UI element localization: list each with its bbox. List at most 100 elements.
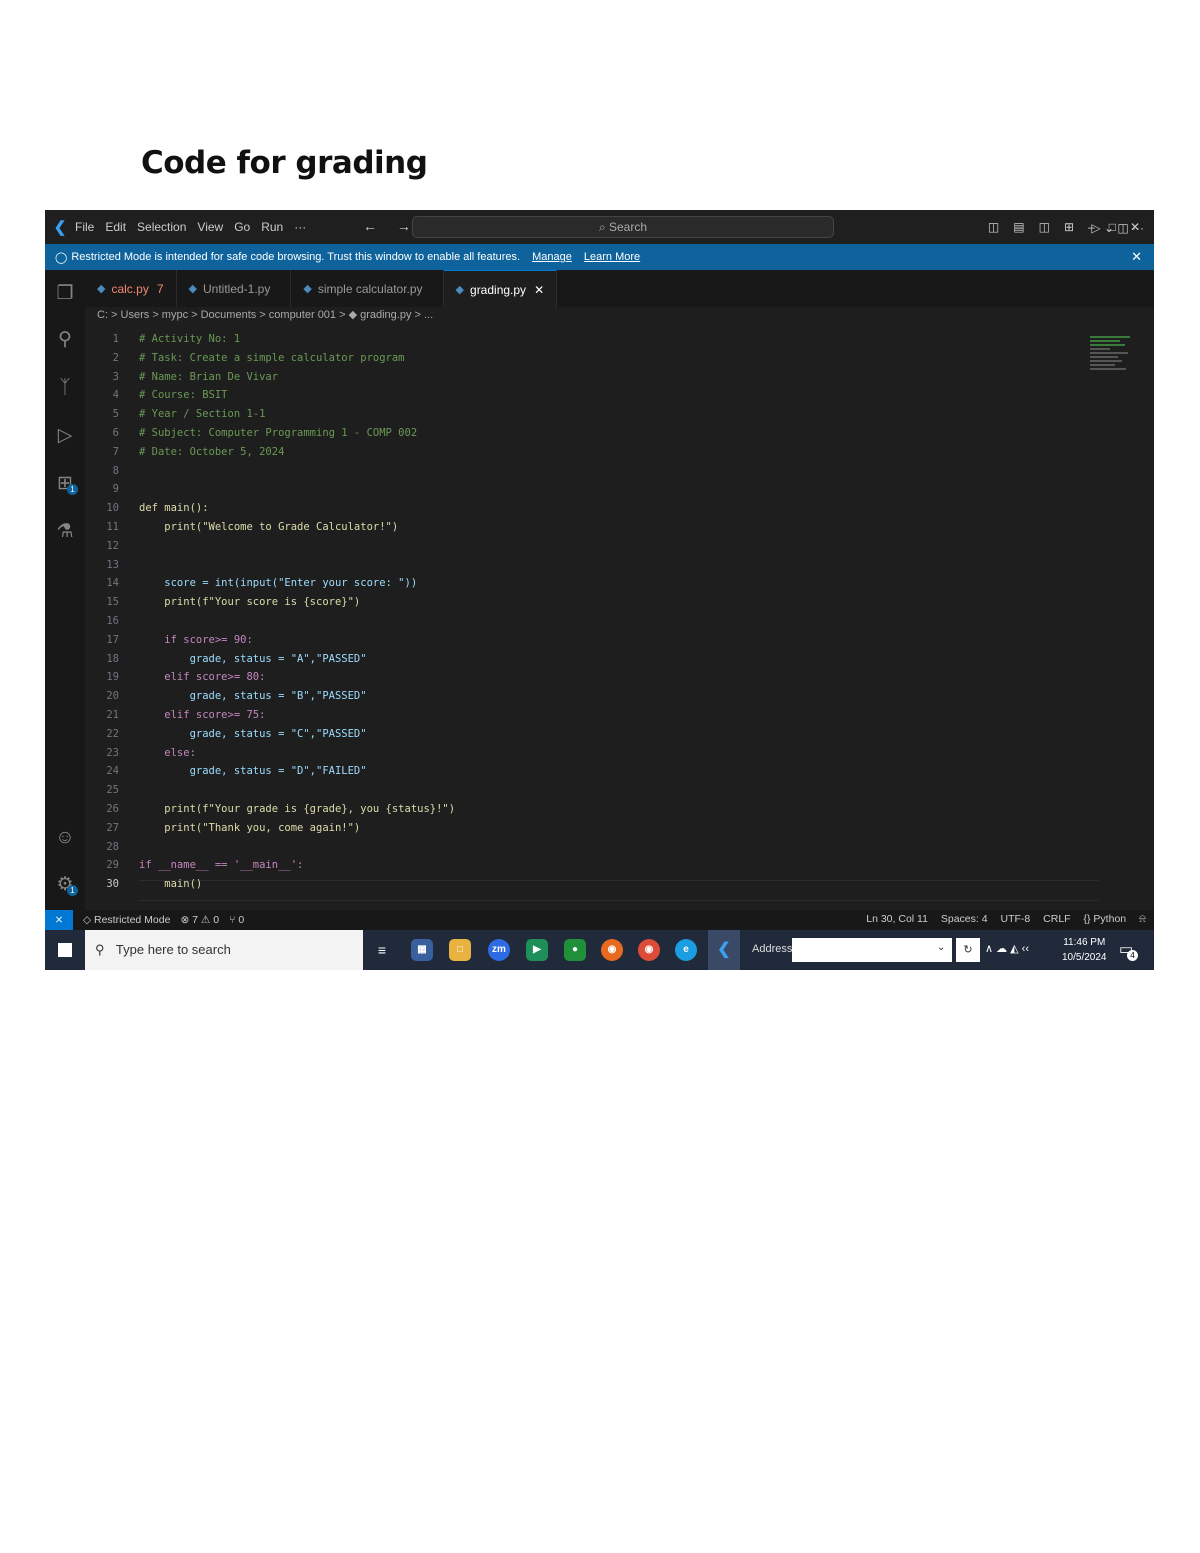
code-line[interactable]: 25 (85, 781, 139, 800)
code-line[interactable]: 12 (85, 537, 139, 556)
minimap[interactable] (1090, 336, 1140, 396)
code-line[interactable]: 23 else: (85, 744, 196, 763)
google-meet-icon[interactable]: ▶ (526, 939, 548, 961)
menu-item[interactable]: Edit (105, 220, 126, 234)
code-line[interactable]: 24 grade, status = "D","FAILED" (85, 762, 367, 781)
code-text: else: (139, 746, 196, 759)
line-number: 12 (106, 539, 119, 552)
close-tab-icon[interactable]: ✕ (534, 283, 544, 297)
tab-simple-calculator-py[interactable]: ◆ simple calculator.py (291, 270, 444, 307)
restricted-mode-status[interactable]: ◇ Restricted Mode (83, 914, 170, 926)
code-line[interactable]: 20 grade, status = "B","PASSED" (85, 687, 366, 706)
activity-bar: ❐ ⚲ ᛉ ▷ ⊞ 1 ⚗ ☺ ⚙ 1 (45, 270, 85, 910)
code-line[interactable]: 7 # Date: October 5, 2024 (85, 443, 285, 462)
nav-arrows-icon[interactable]: ← → (363, 218, 419, 234)
search-icon[interactable]: ⚲ (53, 328, 77, 352)
menu-item[interactable]: Go (234, 220, 250, 234)
code-line[interactable]: 3 # Name: Brian De Vivar (85, 368, 278, 387)
menu-item[interactable]: View (197, 220, 223, 234)
taskbar-clock[interactable]: 11:46 PM 10/5/2024 (1062, 935, 1107, 965)
code-line[interactable]: 16 (85, 612, 139, 631)
firefox-icon[interactable]: ◉ (601, 939, 623, 961)
code-text: elif score>= 75: (139, 709, 266, 721)
edge-icon[interactable]: e (675, 939, 697, 961)
code-line[interactable]: 28 (85, 838, 139, 857)
problems-status[interactable]: ⊗ 7 ⚠ 0 (180, 914, 219, 926)
settings-gear-icon[interactable]: ⚙ 1 (53, 873, 78, 897)
code-line[interactable]: 29 if __name__ == '__main__': (85, 856, 303, 875)
manage-link[interactable]: Manage (532, 251, 572, 263)
source-control-icon[interactable]: ᛉ (53, 376, 77, 400)
zoom-icon[interactable]: zm (488, 939, 510, 961)
testing-icon[interactable]: ⚗ (53, 520, 77, 544)
code-line[interactable]: 21 elif score>= 75: (85, 706, 265, 725)
menu-item[interactable]: ··· (294, 220, 306, 234)
toggle-sidebar-icon[interactable]: ◫ (988, 220, 999, 234)
command-center-search[interactable]: ⌕ Search (412, 216, 834, 238)
encoding[interactable]: UTF-8 (1000, 913, 1030, 925)
code-line[interactable]: 6 # Subject: Computer Programming 1 - COM… (85, 424, 417, 443)
code-line[interactable]: 22 grade, status = "C","PASSED" (85, 725, 366, 744)
code-line[interactable]: 19 elif score>= 80: (85, 668, 265, 687)
code-line[interactable]: 27 print("Thank you, come again!") (85, 819, 360, 838)
language-mode[interactable]: {} Python (1084, 913, 1127, 925)
refresh-icon[interactable]: ↻ (956, 938, 980, 962)
code-line[interactable]: 13 (85, 556, 139, 575)
code-line[interactable]: 30 main() (85, 875, 202, 894)
chrome-icon[interactable]: ◉ (638, 939, 660, 961)
menu-item[interactable]: File (75, 220, 94, 234)
remote-icon[interactable]: ⨯ (45, 910, 73, 930)
learn-more-link[interactable]: Learn More (584, 251, 640, 263)
accounts-icon[interactable]: ☺ (53, 826, 77, 850)
notifications-icon[interactable]: ▭ 4 (1119, 940, 1138, 961)
restricted-mode-banner: ◯ Restricted Mode is intended for safe c… (45, 244, 1154, 270)
close-icon[interactable]: ✕ (1131, 249, 1142, 265)
toggle-panel-icon[interactable]: ▤ (1013, 220, 1024, 234)
title-bar: ❮ File Edit Selection View Go Run ··· ← → ⌕ Se… (45, 210, 1154, 244)
code-line[interactable]: 11 print("Welcome to Grade Calculator!") (85, 518, 398, 537)
code-line[interactable]: 8 (85, 462, 139, 481)
code-line[interactable]: 5 # Year / Section 1-1 (85, 405, 266, 424)
system-tray[interactable]: ∧ ☁ ◭ ‹‹ (985, 942, 1029, 955)
code-editor[interactable]: 1 # Activity No: 1 2 # Task: Create a simpl… (85, 326, 1154, 910)
tab-grading-py[interactable]: ◆ grading.py ✕ (443, 270, 558, 308)
code-line[interactable]: 10 def main(): (85, 499, 208, 518)
indentation[interactable]: Spaces: 4 (941, 913, 988, 925)
bell-icon[interactable]: ⍾ (1139, 913, 1146, 925)
code-line[interactable]: 18 grade, status = "A","PASSED" (85, 650, 366, 669)
code-line[interactable]: 2 # Task: Create a simple calculator prog… (85, 349, 405, 368)
menu-item[interactable]: Run (261, 220, 283, 234)
vscode-taskbar-icon[interactable]: ❮ (708, 930, 740, 970)
task-view-icon[interactable]: ≡ (371, 939, 393, 961)
windows-start-icon[interactable] (58, 943, 72, 957)
code-line[interactable]: 9 (85, 480, 139, 499)
run-debug-icon[interactable]: ▷ (53, 424, 77, 448)
ports-status[interactable]: ⑂ 0 (229, 914, 244, 926)
customize-layout-icon[interactable]: ⊞ (1064, 220, 1074, 234)
code-text: grade, status = "D","FAILED" (139, 765, 367, 778)
menu-item[interactable]: Selection (137, 220, 186, 234)
chevron-down-icon[interactable]: ⌄ (937, 942, 945, 953)
google-classroom-icon[interactable]: ● (564, 939, 586, 961)
code-line[interactable]: 4 # Course: BSIT (85, 386, 228, 405)
explorer-icon[interactable]: ❐ (53, 282, 77, 306)
extensions-icon[interactable]: ⊞ 1 (53, 472, 78, 496)
address-input[interactable] (792, 938, 952, 962)
tab-actions[interactable]: ▷ ⌄ ◫ ··· (1091, 221, 1144, 235)
breadcrumb[interactable]: C: > Users > mypc > Documents > computer… (97, 308, 433, 321)
code-text: # Course: BSIT (139, 389, 228, 402)
vscode-screenshot: ❮ File Edit Selection View Go Run ··· ← → ⌕ Se… (45, 210, 1154, 970)
toggle-secondary-sidebar-icon[interactable]: ◫ (1039, 220, 1050, 234)
tab-untitled-1-py[interactable]: ◆ Untitled-1.py (177, 270, 292, 307)
file-explorer-icon[interactable]: □ (449, 939, 471, 961)
code-line[interactable]: 1 # Activity No: 1 (85, 330, 240, 349)
cursor-position[interactable]: Ln 30, Col 11 (866, 913, 928, 925)
taskbar-search[interactable]: ⚲ Type here to search (85, 930, 363, 970)
tab-calc-py[interactable]: ◆ calc.py 7 (85, 270, 177, 307)
line-ending[interactable]: CRLF (1043, 913, 1070, 925)
code-line[interactable]: 17 if score>= 90: (85, 631, 252, 650)
code-line[interactable]: 14 score = int(input("Enter your score: … (85, 574, 417, 593)
app-icon[interactable]: ▦ (411, 939, 433, 961)
code-line[interactable]: 15 print(f"Your score is {score}") (85, 593, 360, 612)
code-line[interactable]: 26 print(f"Your grade is {grade}, you {s… (85, 800, 455, 819)
